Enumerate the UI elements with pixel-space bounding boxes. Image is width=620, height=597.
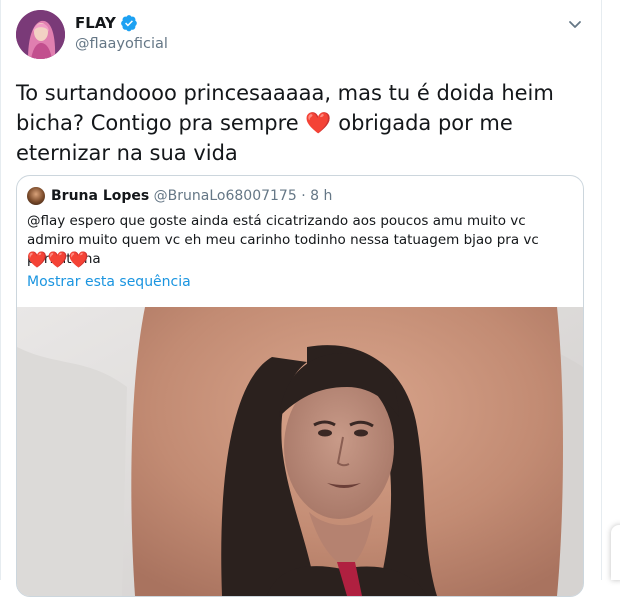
- heart-emoji-icon: ❤️: [305, 111, 332, 135]
- author-display-name[interactable]: FLAY: [75, 14, 116, 32]
- hearts-emoji-icon: ❤️❤️❤️: [27, 250, 90, 269]
- frame-border-right: [601, 0, 602, 580]
- author-handle[interactable]: @flaayoficial: [75, 36, 168, 52]
- chevron-down-icon[interactable]: [567, 16, 583, 32]
- quoted-author-avatar: [27, 187, 45, 205]
- quoted-tweet-card[interactable]: Bruna Lopes @BrunaLo68007175 · 8 h @flay…: [16, 175, 584, 597]
- author-name-row: FLAY: [75, 14, 138, 32]
- tattoo-photo[interactable]: [17, 307, 583, 596]
- author-avatar[interactable]: [16, 10, 65, 59]
- frame-border-left: [0, 0, 1, 580]
- quoted-author-handle: @BrunaLo68007175: [153, 188, 297, 204]
- tweet-text: To surtandoooo princesaaaaa, mas tu é do…: [16, 78, 576, 168]
- side-scroll-widget[interactable]: [611, 525, 620, 580]
- show-thread-link[interactable]: Mostrar esta sequência: [27, 274, 191, 290]
- quoted-tweet-time: 8 h: [310, 188, 333, 204]
- quoted-tweet-text: @flay espero que goste ainda está cicatr…: [27, 213, 539, 267]
- separator-dot: ·: [301, 188, 306, 204]
- verified-badge-icon: [120, 15, 137, 32]
- quoted-tweet-header: Bruna Lopes @BrunaLo68007175 · 8 h: [51, 188, 332, 204]
- quoted-author-name: Bruna Lopes: [51, 188, 150, 204]
